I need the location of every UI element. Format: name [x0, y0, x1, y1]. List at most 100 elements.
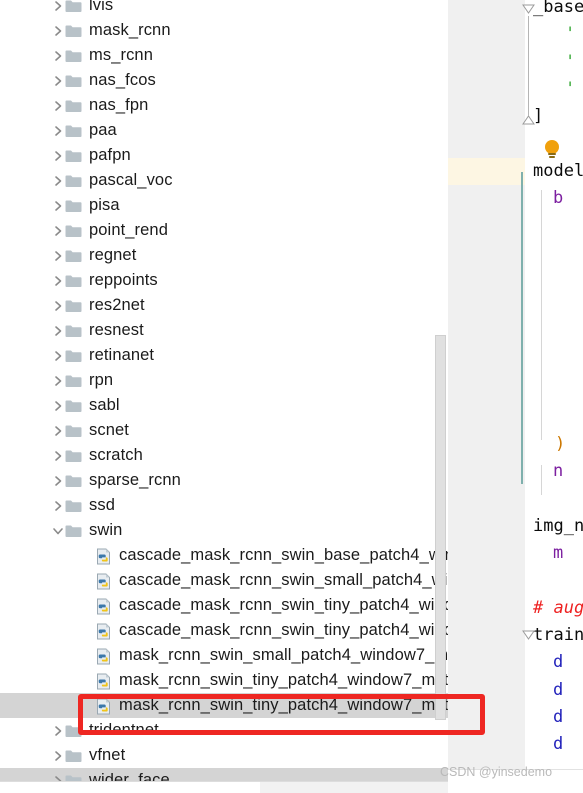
tree-folder-ms-rcnn[interactable]: ms_rcnn — [0, 43, 448, 68]
tree-folder-retinanet[interactable]: retinanet — [0, 343, 448, 368]
chevron-right-icon[interactable] — [50, 368, 64, 393]
tree-node-label: ssd — [89, 496, 115, 514]
tree-file-item[interactable]: mask_rcnn_swin_tiny_patch4_window7_mstra… — [0, 693, 448, 718]
chevron-right-icon[interactable] — [50, 143, 64, 168]
tree-folder-pisa[interactable]: pisa — [0, 193, 448, 218]
chevron-right-icon[interactable] — [50, 393, 64, 418]
tree-file-item[interactable]: mask_rcnn_swin_tiny_patch4_window7_mstra… — [0, 668, 448, 693]
chevron-right-icon[interactable] — [50, 443, 64, 468]
tree-folder-tridentnet[interactable]: tridentnet — [0, 718, 448, 743]
code-line[interactable]: img_n — [533, 513, 583, 540]
tree-folder-nas-fpn[interactable]: nas_fpn — [0, 93, 448, 118]
code-line[interactable]: m — [553, 540, 563, 567]
intention-bulb-icon[interactable] — [543, 139, 561, 159]
tree-folder-sabl[interactable]: sabl — [0, 393, 448, 418]
tree-folder-scratch[interactable]: scratch — [0, 443, 448, 468]
folder-icon — [64, 393, 83, 418]
tree-folder-paa[interactable]: paa — [0, 118, 448, 143]
tree-folder-pascal-voc[interactable]: pascal_voc — [0, 168, 448, 193]
chevron-right-icon[interactable] — [50, 418, 64, 443]
tree-node-label: mask_rcnn_swin_small_patch4_window7_mstr… — [119, 646, 448, 664]
indent-guide — [541, 190, 542, 440]
code-line[interactable]: ) — [555, 431, 565, 458]
tree-folder-reppoints[interactable]: reppoints — [0, 268, 448, 293]
chevron-right-icon[interactable] — [50, 43, 64, 68]
chevron-down-icon[interactable] — [50, 518, 64, 543]
chevron-right-icon[interactable] — [50, 268, 64, 293]
tree-folder-point-rend[interactable]: point_rend — [0, 218, 448, 243]
folder-icon — [64, 218, 83, 243]
editor-pane[interactable]: 1234567891011121314151617181920212223242… — [448, 0, 583, 769]
code-line[interactable]: ' — [565, 21, 575, 48]
tree-folder-ssd[interactable]: ssd — [0, 493, 448, 518]
tree-file-item[interactable]: cascade_mask_rcnn_swin_base_patch4_windo… — [0, 543, 448, 568]
tree-node-label: pascal_voc — [89, 171, 173, 189]
chevron-right-icon[interactable] — [50, 93, 64, 118]
folder-icon — [64, 43, 83, 68]
tree-folder-swin[interactable]: swin — [0, 518, 448, 543]
chevron-right-icon[interactable] — [50, 493, 64, 518]
chevron-right-icon[interactable] — [50, 18, 64, 43]
chevron-right-icon[interactable] — [50, 68, 64, 93]
chevron-right-icon[interactable] — [50, 218, 64, 243]
chevron-right-icon[interactable] — [50, 743, 64, 768]
tree-node-label: vfnet — [89, 746, 126, 764]
tree-node-label: mask_rcnn_swin_tiny_patch4_window7_mstra… — [119, 696, 448, 714]
tree-horizontal-scrollbar-thumb[interactable] — [0, 782, 260, 793]
tree-file-item[interactable]: cascade_mask_rcnn_swin_tiny_patch4_windo… — [0, 618, 448, 643]
tree-folder-resnest[interactable]: resnest — [0, 318, 448, 343]
chevron-right-icon[interactable] — [50, 193, 64, 218]
folder-icon — [64, 743, 83, 768]
python-file-icon — [94, 693, 113, 718]
tree-folder-lvis[interactable]: lvis — [0, 0, 448, 18]
code-line[interactable]: n — [553, 458, 563, 485]
python-file-icon — [94, 618, 113, 643]
code-line[interactable]: ' — [565, 76, 575, 103]
editor-gutter[interactable] — [448, 0, 525, 769]
python-file-icon — [94, 568, 113, 593]
tree-folder-wider-face[interactable]: wider_face — [0, 768, 448, 781]
code-line[interactable]: _base — [533, 0, 583, 21]
code-line[interactable]: b — [553, 185, 563, 212]
tree-file-item[interactable]: cascade_mask_rcnn_swin_tiny_patch4_windo… — [0, 593, 448, 618]
chevron-right-icon[interactable] — [50, 318, 64, 343]
tree-folder-sparse-rcnn[interactable]: sparse_rcnn — [0, 468, 448, 493]
code-line[interactable]: ' — [565, 49, 575, 76]
tree-folder-mask-rcnn[interactable]: mask_rcnn — [0, 18, 448, 43]
tree-file-item[interactable]: cascade_mask_rcnn_swin_small_patch4_wind… — [0, 568, 448, 593]
tree-file-item[interactable]: mask_rcnn_swin_small_patch4_window7_mstr… — [0, 643, 448, 668]
project-tool-window[interactable]: lvis mask_rcnn ms_rcnn nas_fcos nas_fpn paa pa… — [0, 0, 448, 781]
tree-folder-rpn[interactable]: rpn — [0, 368, 448, 393]
code-line[interactable]: # aug — [533, 595, 583, 622]
tree-node-label: resnest — [89, 321, 144, 339]
fold-marker-collapse-line24[interactable] — [522, 630, 535, 643]
chevron-right-icon[interactable] — [50, 768, 64, 781]
tree-folder-nas-fcos[interactable]: nas_fcos — [0, 68, 448, 93]
tree-folder-res2net[interactable]: res2net — [0, 293, 448, 318]
tree-horizontal-scrollbar[interactable] — [0, 781, 448, 793]
code-line[interactable]: model — [533, 158, 583, 185]
tree-folder-vfnet[interactable]: vfnet — [0, 743, 448, 768]
folder-icon — [64, 443, 83, 468]
chevron-right-icon[interactable] — [50, 118, 64, 143]
tree-folder-pafpn[interactable]: pafpn — [0, 143, 448, 168]
chevron-right-icon[interactable] — [50, 293, 64, 318]
chevron-right-icon[interactable] — [50, 343, 64, 368]
code-line[interactable]: d — [553, 704, 563, 731]
code-line[interactable]: train — [533, 622, 583, 649]
code-line[interactable]: d — [553, 649, 563, 676]
chevron-right-icon[interactable] — [50, 243, 64, 268]
folder-icon — [64, 0, 83, 18]
chevron-right-icon[interactable] — [50, 468, 64, 493]
chevron-right-icon[interactable] — [50, 718, 64, 743]
tree-folder-regnet[interactable]: regnet — [0, 243, 448, 268]
tree-vertical-scrollbar[interactable] — [435, 335, 446, 720]
chevron-right-icon[interactable] — [50, 0, 64, 18]
tree-folder-scnet[interactable]: scnet — [0, 418, 448, 443]
chevron-right-icon[interactable] — [50, 168, 64, 193]
code-line[interactable]: d — [553, 731, 563, 758]
code-line[interactable]: d — [553, 677, 563, 704]
folder-icon — [64, 718, 83, 743]
